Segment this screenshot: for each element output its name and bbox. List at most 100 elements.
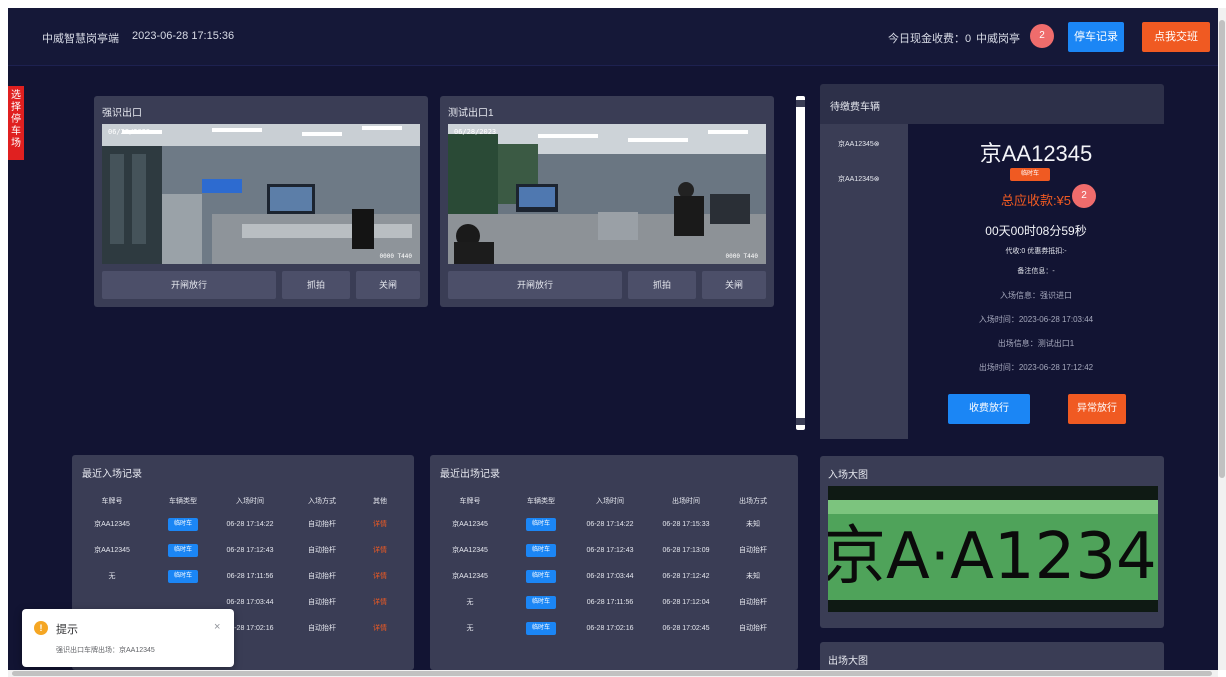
notification-toast: ! 提示 强识出口车牌出场：京AA12345 ×: [22, 609, 234, 667]
entry-method-cell: 自动抬杆: [308, 573, 336, 580]
scrollbar-thumb[interactable]: [1219, 20, 1225, 478]
exit-time-info: 出场时间：2023-06-28 17:12:42: [978, 363, 1094, 372]
select-parking-lot-tab[interactable]: 选择停车场: [8, 86, 24, 160]
camera-date-overlay: 06/28/2023: [454, 128, 497, 136]
plate-cell: 无: [108, 573, 116, 580]
scroll-up-arrow[interactable]: [796, 100, 805, 107]
entry-time-cell: 06-28 17:14:22: [586, 520, 634, 528]
page-horizontal-scrollbar[interactable]: [8, 670, 1218, 677]
column-header: 车牌号: [101, 498, 123, 505]
scrollbar-thumb[interactable]: [12, 671, 1212, 676]
open-gate-button[interactable]: 开闸放行: [102, 271, 276, 299]
column-header: 入场时间: [236, 498, 264, 505]
entry-method-cell: 自动抬杆: [308, 599, 336, 606]
exit-time-cell: 06-28 17:12:42: [662, 572, 710, 580]
column-header: 出场时间: [672, 498, 700, 505]
table-row: 无 临时车 06-28 17:11:56 06-28 17:12:04 自动抬杆: [430, 589, 782, 615]
entry-time-info: 入场时间：2023-06-28 17:03:44: [978, 315, 1094, 324]
vehicle-type-chip: 临时车: [168, 569, 198, 583]
capture-button[interactable]: 抓拍: [628, 271, 696, 299]
exit-method-cell: 未知: [746, 521, 760, 528]
capture-button[interactable]: 抓拍: [282, 271, 350, 299]
exit-method-cell: 自动抬杆: [739, 625, 767, 632]
abnormal-release-button[interactable]: 异常放行: [1068, 394, 1126, 424]
open-gate-button[interactable]: 开闸放行: [448, 271, 622, 299]
pending-vehicle-item[interactable]: 京AA12345⊗: [838, 174, 880, 184]
vehicle-type-chip: 临时车: [526, 543, 556, 557]
exit-time-cell: 06-28 17:13:09: [662, 546, 710, 554]
entry-time-cell: 06-28 17:11:56: [226, 572, 274, 580]
plate-cell: 京AA12345: [452, 547, 488, 554]
vehicle-type-chip: 临时车: [526, 569, 556, 583]
table-header-row: 车牌号 车辆类型 入场时间 出场时间 出场方式: [430, 491, 782, 511]
close-gate-button[interactable]: 关闸: [702, 271, 766, 299]
camera-panel-1: 强识出口 06/28/2023 0000 T440 开闸放行 抓拍 关闸: [94, 96, 428, 307]
camera-title: 测试出口1: [448, 108, 494, 119]
booth-name: 中威岗亭: [976, 33, 1020, 45]
camera-panel-2: 测试出口1 06/28/2023 0000 T440 开闸放行 抓拍 关闸: [440, 96, 774, 307]
camera-title: 强识出口: [102, 108, 142, 119]
entry-time-cell: 06-28 17:12:43: [586, 546, 634, 554]
close-icon[interactable]: ×: [214, 621, 220, 633]
exit-time-cell: 06-28 17:15:33: [662, 520, 710, 528]
detail-link[interactable]: 详情: [358, 537, 402, 563]
plate-cell: 京AA12345: [94, 521, 130, 528]
detail-link[interactable]: 详情: [358, 589, 402, 615]
license-plate-image: 京A·A12345: [828, 486, 1158, 612]
table-row: 无 临时车 06-28 17:11:56 自动抬杆 详情: [72, 563, 402, 589]
vehicle-type-chip: 临时车: [168, 517, 198, 531]
plate-cell: 无: [466, 625, 474, 632]
charge-release-button[interactable]: 收费放行: [948, 394, 1030, 424]
camera-feed: 06/28/2023 0000 T440: [448, 124, 766, 264]
pending-header: 待缴费车辆: [820, 84, 1164, 124]
exit-method-cell: 自动抬杆: [739, 547, 767, 554]
office-scene-image: [448, 124, 766, 264]
exit-image-title: 出场大图: [828, 656, 868, 667]
plate-number: 京AA12345: [979, 141, 1093, 166]
toast-title: 提示: [56, 624, 78, 636]
plate-cell: 京AA12345: [94, 547, 130, 554]
remark-info: 备注信息：-: [1017, 268, 1055, 275]
camera-stamp: 0000 T440: [725, 253, 758, 260]
parking-duration: 00天00时08分59秒: [985, 224, 1087, 238]
pending-vehicle-item[interactable]: 京AA12345⊗: [838, 139, 880, 149]
table-row: 无 临时车 06-28 17:02:16 06-28 17:02:45 自动抬杆: [430, 615, 782, 641]
page-vertical-scrollbar[interactable]: [1218, 8, 1226, 670]
detail-link[interactable]: 详情: [358, 511, 402, 537]
handover-button[interactable]: 点我交班: [1142, 22, 1210, 52]
camera-area-scrollbar[interactable]: [796, 96, 805, 430]
column-header: 车辆类型: [169, 498, 197, 505]
scroll-down-arrow[interactable]: [796, 418, 805, 425]
exit-records-panel: 最近出场记录 车牌号 车辆类型 入场时间 出场时间 出场方式 京AA12345 …: [430, 455, 798, 670]
detail-link[interactable]: 详情: [358, 615, 402, 641]
entry-records-title: 最近入场记录: [82, 469, 142, 480]
plate-cell: 京AA12345: [452, 573, 488, 580]
exit-records-table: 车牌号 车辆类型 入场时间 出场时间 出场方式 京AA12345 临时车 06-…: [430, 491, 782, 641]
notification-badge[interactable]: 2: [1030, 24, 1054, 48]
exit-records-title: 最近出场记录: [440, 469, 500, 480]
brand-title: 中威智慧岗亭端: [42, 33, 119, 45]
vehicle-type-chip: 临时车: [526, 517, 556, 531]
table-header-row: 车牌号 车辆类型 入场时间 入场方式 其他: [72, 491, 402, 511]
top-header: 中威智慧岗亭端 2023-06-28 17:15:36 今日现金收费：0 中威岗…: [8, 8, 1218, 66]
pending-detail: 京AA12345 临时车 总应收款:¥5 2 00天00时08分59秒 代收:0…: [908, 124, 1164, 439]
vehicle-type-badge: 临时车: [1010, 168, 1050, 181]
detail-link[interactable]: 详情: [358, 563, 402, 589]
column-header: 车辆类型: [527, 498, 555, 505]
warning-icon: !: [34, 621, 48, 635]
table-row: 京AA12345 临时车 06-28 17:12:43 自动抬杆 详情: [72, 537, 402, 563]
vehicle-type-chip: 临时车: [168, 543, 198, 557]
entry-time-cell: 06-28 17:14:22: [226, 520, 274, 528]
exit-method-cell: 自动抬杆: [739, 599, 767, 606]
toast-message: 强识出口车牌出场：京AA12345: [56, 647, 155, 654]
entry-image-panel: 入场大图 京A·A12345: [820, 456, 1164, 628]
office-scene-image: [102, 124, 420, 264]
close-gate-button[interactable]: 关闸: [356, 271, 420, 299]
vehicle-type-chip: 临时车: [526, 621, 556, 635]
current-datetime: 2023-06-28 17:15:36: [132, 30, 235, 42]
table-row: 京AA12345 临时车 06-28 17:12:43 06-28 17:13:…: [430, 537, 782, 563]
parking-records-button[interactable]: 停车记录: [1068, 22, 1124, 52]
camera-feed: 06/28/2023 0000 T440: [102, 124, 420, 264]
column-header: 出场方式: [739, 498, 767, 505]
exit-time-cell: 06-28 17:12:04: [662, 598, 710, 606]
